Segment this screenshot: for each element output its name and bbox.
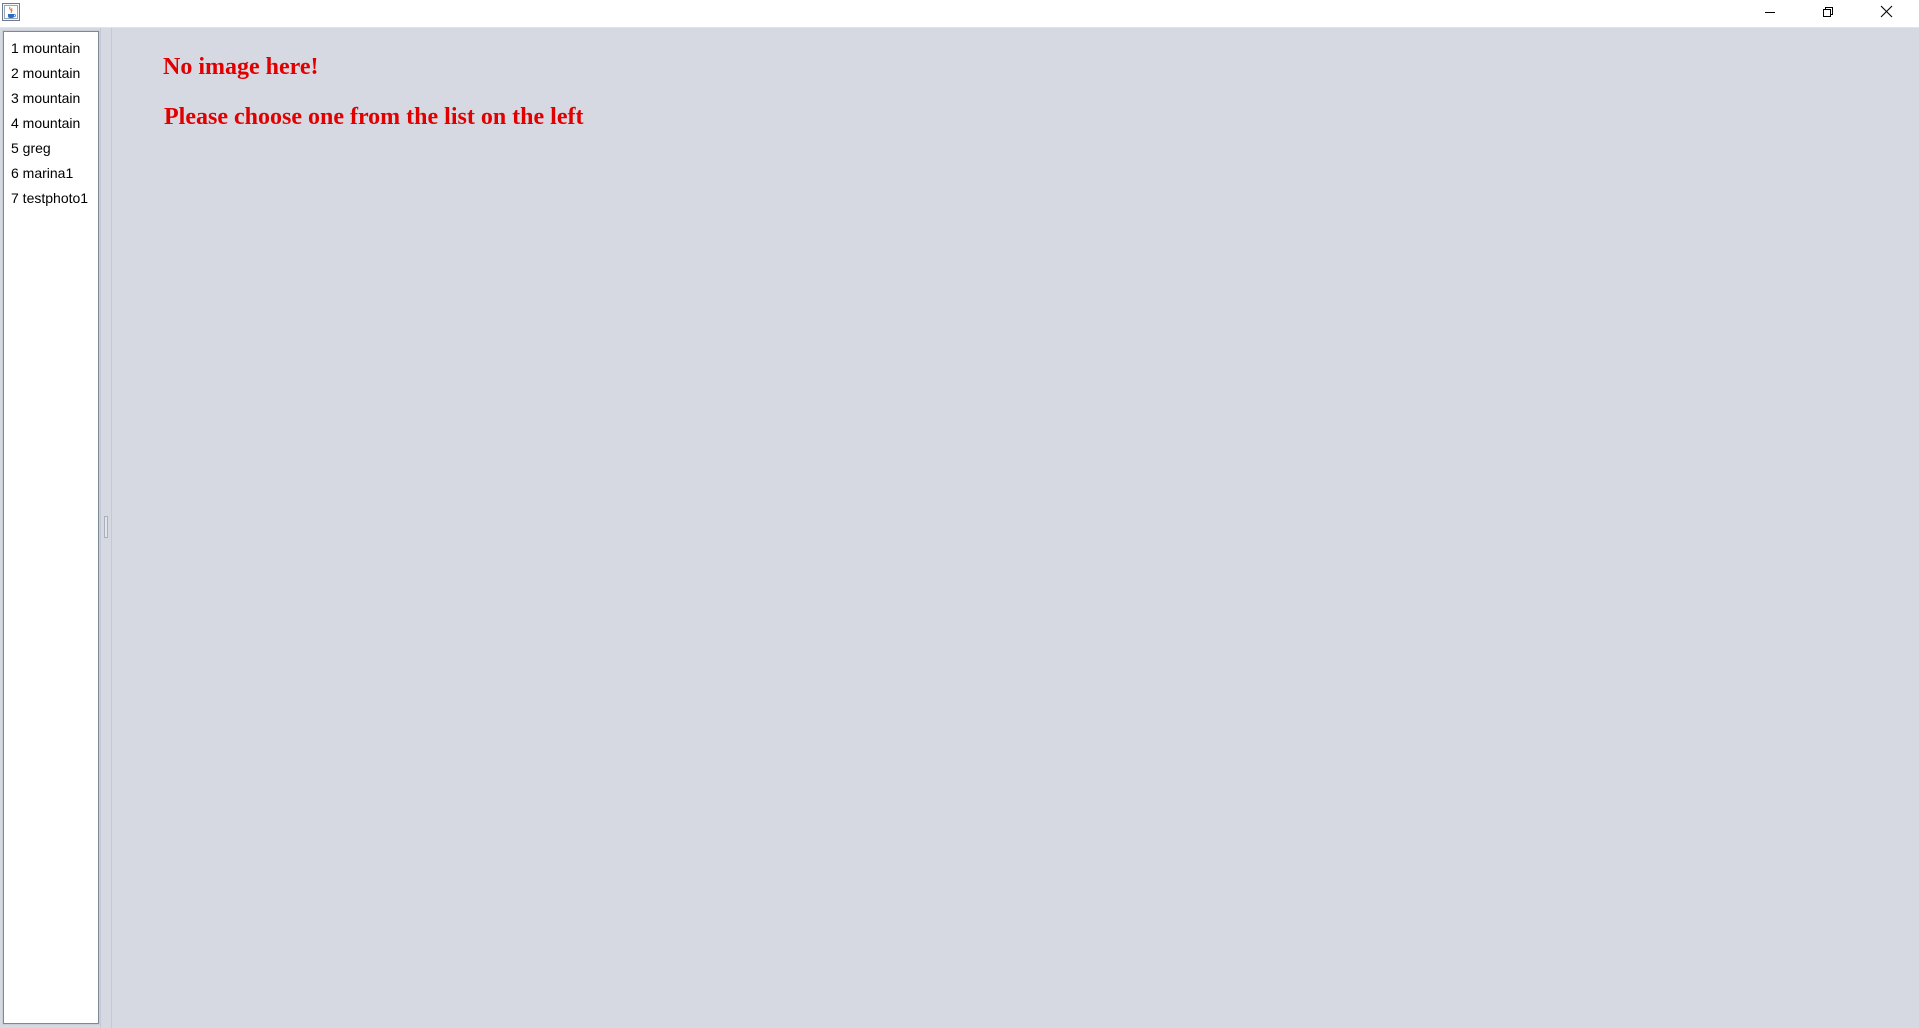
split-pane-divider[interactable] bbox=[100, 28, 112, 1028]
restore-button[interactable] bbox=[1799, 0, 1857, 28]
java-icon[interactable] bbox=[2, 3, 20, 21]
choose-image-message: Please choose one from the list on the l… bbox=[164, 104, 584, 130]
list-item[interactable]: 6 marina1 bbox=[4, 161, 98, 186]
content-area: 1 mountain 2 mountain 3 mountain 4 mount… bbox=[0, 28, 1919, 1028]
list-item[interactable]: 5 greg bbox=[4, 136, 98, 161]
image-list-pane: 1 mountain 2 mountain 3 mountain 4 mount… bbox=[0, 28, 100, 1028]
list-item[interactable]: 1 mountain bbox=[4, 36, 98, 61]
restore-icon bbox=[1822, 5, 1834, 23]
list-item[interactable]: 2 mountain bbox=[4, 61, 98, 86]
app-window: 1 mountain 2 mountain 3 mountain 4 mount… bbox=[0, 0, 1919, 1028]
close-button[interactable] bbox=[1857, 0, 1915, 28]
image-list[interactable]: 1 mountain 2 mountain 3 mountain 4 mount… bbox=[2, 30, 100, 1025]
title-bar[interactable] bbox=[0, 0, 1919, 28]
image-display-pane: No image here! Please choose one from th… bbox=[112, 28, 1919, 1028]
no-image-title: No image here! bbox=[163, 54, 319, 80]
close-icon bbox=[1880, 5, 1893, 23]
minimize-button[interactable] bbox=[1741, 0, 1799, 28]
list-item[interactable]: 4 mountain bbox=[4, 111, 98, 136]
list-item[interactable]: 7 testphoto1 bbox=[4, 186, 98, 211]
divider-grip-handle[interactable] bbox=[104, 516, 108, 538]
minimize-icon bbox=[1764, 5, 1776, 23]
list-item[interactable]: 3 mountain bbox=[4, 86, 98, 111]
